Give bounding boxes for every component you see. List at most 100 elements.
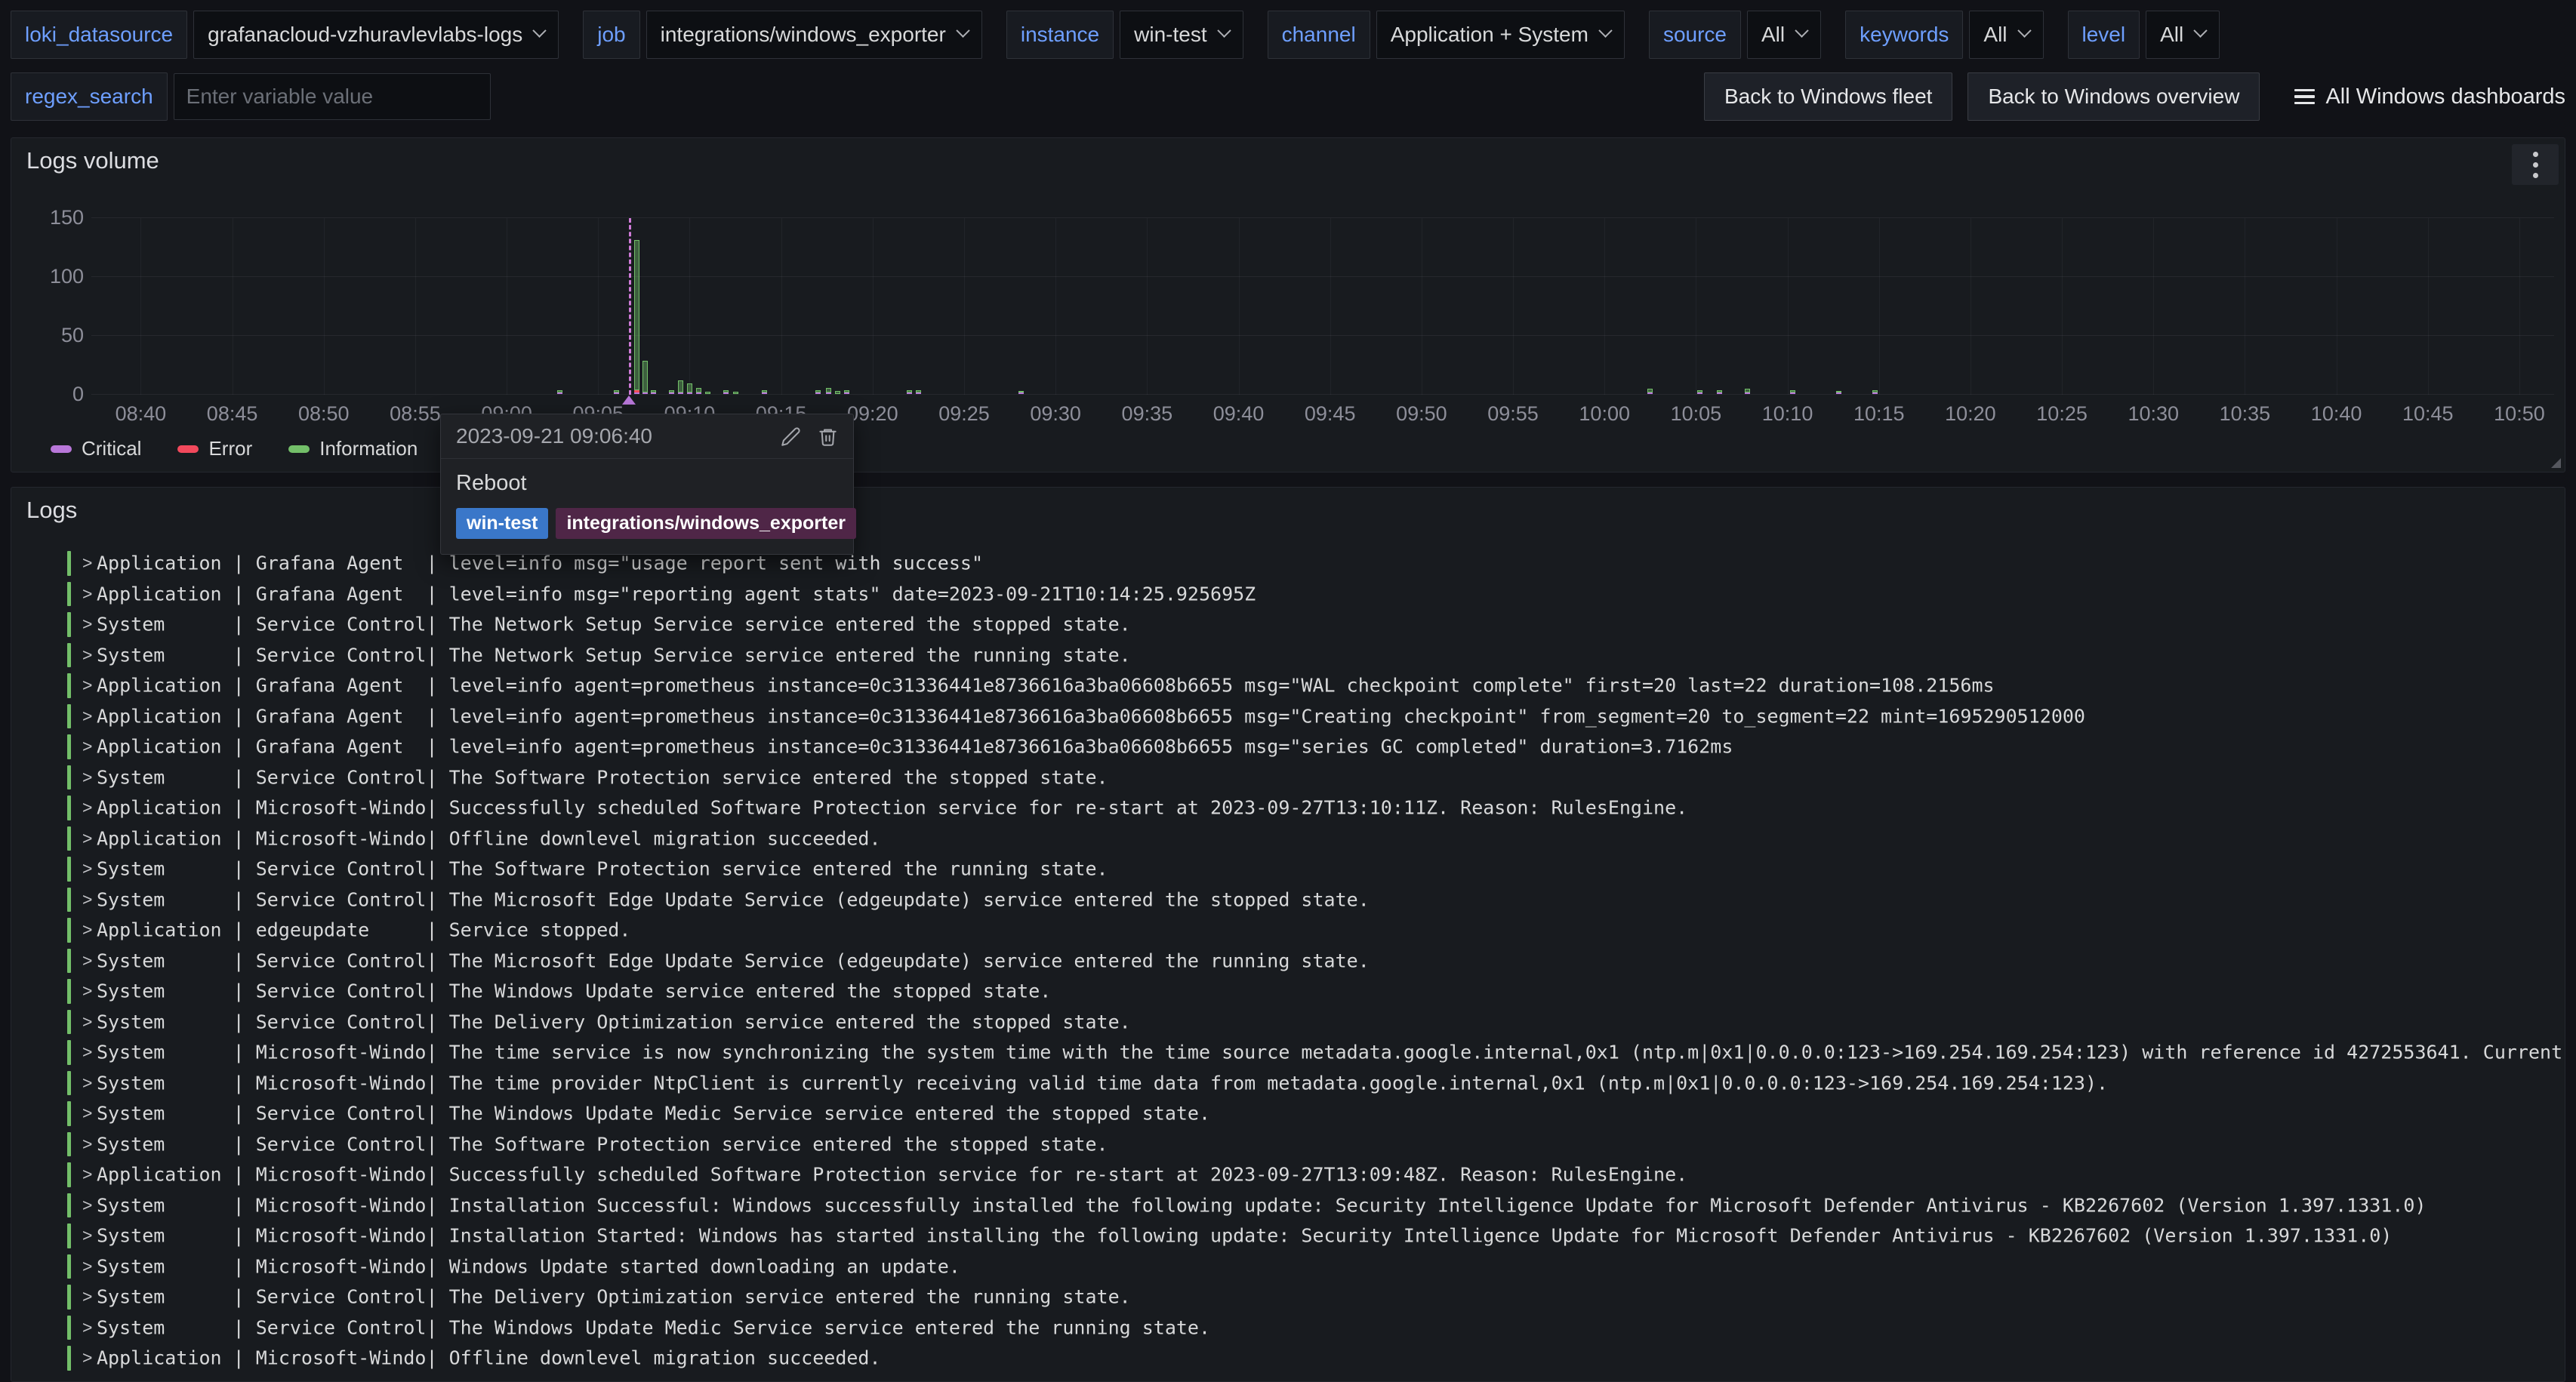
log-row[interactable]: >Application | Microsoft-Windo| Offline … (11, 823, 2565, 854)
expand-chevron-icon[interactable]: > (82, 706, 92, 726)
log-row[interactable]: >Application | Grafana Agent | level=inf… (11, 670, 2565, 701)
legend-item-error[interactable]: Error (177, 437, 252, 460)
annotation-tag[interactable]: integrations/windows_exporter (556, 508, 856, 539)
expand-chevron-icon[interactable]: > (82, 1073, 92, 1093)
critical-bar-segment (762, 392, 767, 394)
x-axis-tick-label: 09:25 (938, 402, 990, 426)
log-row[interactable]: >System | Microsoft-Windo| The time prov… (11, 1068, 2565, 1099)
expand-chevron-icon[interactable]: > (82, 1195, 92, 1215)
expand-chevron-icon[interactable]: > (82, 1103, 92, 1124)
expand-chevron-icon[interactable]: > (82, 1226, 92, 1246)
expand-chevron-icon[interactable]: > (82, 645, 92, 665)
log-row[interactable]: >Application | Grafana Agent | level=inf… (11, 701, 2565, 732)
annotation-tag[interactable]: win-test (456, 508, 548, 539)
log-row[interactable]: >System | Service Control| The Network S… (11, 609, 2565, 640)
log-row[interactable]: >Application | Microsoft-Windo| Offline … (11, 1343, 2565, 1374)
back-to-windows-fleet-button[interactable]: Back to Windows fleet (1704, 72, 1952, 121)
log-row[interactable]: >System | Service Control| The Windows U… (11, 976, 2565, 1007)
expand-chevron-icon[interactable]: > (82, 1011, 92, 1032)
expand-chevron-icon[interactable]: > (82, 981, 92, 1002)
variable-value-dropdown[interactable]: win-test (1120, 11, 1243, 59)
expand-chevron-icon[interactable]: > (82, 614, 92, 635)
expand-chevron-icon[interactable]: > (82, 798, 92, 818)
log-row[interactable]: >System | Microsoft-Windo| The time serv… (11, 1037, 2565, 1068)
log-row[interactable]: >Application | Grafana Agent | level=inf… (11, 579, 2565, 610)
log-level-bar (67, 582, 71, 607)
variable-value-dropdown[interactable]: Application + System (1376, 11, 1625, 59)
variable-label[interactable]: channel (1268, 11, 1370, 59)
expand-chevron-icon[interactable]: > (82, 767, 92, 787)
expand-chevron-icon[interactable]: > (82, 859, 92, 879)
expand-chevron-icon[interactable]: > (82, 583, 92, 604)
variable-label[interactable]: instance (1006, 11, 1114, 59)
expand-chevron-icon[interactable]: > (82, 920, 92, 940)
log-row[interactable]: >System | Service Control| The Network S… (11, 640, 2565, 671)
edit-annotation-icon[interactable] (781, 426, 801, 447)
variable-label[interactable]: level (2068, 11, 2140, 59)
variable-value-dropdown[interactable]: All (1747, 11, 1821, 59)
panel-menu-kebab-icon[interactable] (2512, 144, 2559, 185)
topbar-row-2: regex_search Back to Windows fleet Back … (11, 72, 2565, 121)
log-row[interactable]: >System | Microsoft-Windo| Installation … (11, 1220, 2565, 1251)
log-line-text: System | Service Control| The Microsoft … (97, 888, 2565, 910)
log-row[interactable]: >Application | Grafana Agent | level=inf… (11, 731, 2565, 762)
x-axis-tick-label: 09:50 (1396, 402, 1447, 426)
panel-resize-handle[interactable] (2551, 458, 2561, 468)
expand-chevron-icon[interactable]: > (82, 1134, 92, 1154)
log-level-bar (67, 1346, 71, 1371)
logs-volume-bar (1872, 390, 1878, 394)
log-row[interactable]: >System | Service Control| The Windows U… (11, 1098, 2565, 1129)
log-row[interactable]: >System | Service Control| The Software … (11, 1129, 2565, 1160)
log-level-bar (67, 857, 71, 882)
expand-chevron-icon[interactable]: > (82, 1256, 92, 1276)
variable-value-text: All (1983, 23, 2007, 47)
variable-value-dropdown[interactable]: All (2146, 11, 2220, 59)
legend-swatch (177, 445, 199, 453)
log-row[interactable]: >System | Microsoft-Windo| Installation … (11, 1190, 2565, 1221)
expand-chevron-icon[interactable]: > (82, 828, 92, 848)
variable-label[interactable]: job (583, 11, 639, 59)
expand-chevron-icon[interactable]: > (82, 889, 92, 910)
log-row[interactable]: >System | Service Control| The Software … (11, 762, 2565, 793)
all-windows-dashboards-link[interactable]: All Windows dashboards (2294, 85, 2565, 109)
expand-chevron-icon[interactable]: > (82, 1348, 92, 1368)
log-row[interactable]: >System | Service Control| The Delivery … (11, 1282, 2565, 1313)
log-row[interactable]: >Application | Microsoft-Windo| Successf… (11, 1159, 2565, 1190)
expand-chevron-icon[interactable]: > (82, 1042, 92, 1063)
expand-chevron-icon[interactable]: > (82, 676, 92, 696)
x-axis-tick-label: 10:10 (1762, 402, 1813, 426)
expand-chevron-icon[interactable]: > (82, 950, 92, 971)
log-rows-list: >Application | Grafana Agent | level=inf… (11, 548, 2565, 1374)
information-bar-segment (835, 391, 840, 394)
variable-label[interactable]: source (1649, 11, 1741, 59)
log-row[interactable]: >System | Service Control| The Microsoft… (11, 885, 2565, 916)
log-row[interactable]: >System | Service Control| The Microsoft… (11, 946, 2565, 977)
expand-chevron-icon[interactable]: > (82, 1287, 92, 1307)
log-row[interactable]: >Application | edgeupdate | Service stop… (11, 915, 2565, 946)
variable-value-dropdown[interactable]: All (1969, 11, 2043, 59)
expand-chevron-icon[interactable]: > (82, 553, 92, 574)
variable-label[interactable]: keywords (1845, 11, 1963, 59)
back-to-windows-overview-button[interactable]: Back to Windows overview (1967, 72, 2260, 121)
variable-label[interactable]: loki_datasource (11, 11, 187, 59)
log-row[interactable]: >System | Service Control| The Delivery … (11, 1007, 2565, 1038)
grid-line (2153, 218, 2154, 395)
delete-annotation-icon[interactable] (818, 426, 838, 447)
annotation-marker-icon[interactable] (622, 396, 636, 405)
log-row[interactable]: >Application | Grafana Agent | level=inf… (11, 548, 2565, 579)
expand-chevron-icon[interactable]: > (82, 737, 92, 757)
legend-item-information[interactable]: Information (288, 437, 418, 460)
variable-value-dropdown[interactable]: integrations/windows_exporter (646, 11, 982, 59)
expand-chevron-icon[interactable]: > (82, 1165, 92, 1185)
information-bar-segment (687, 383, 692, 392)
log-row[interactable]: >System | Service Control| The Software … (11, 854, 2565, 885)
variable-value-dropdown[interactable]: grafanacloud-vzhuravlevlabs-logs (193, 11, 559, 59)
log-row[interactable]: >System | Microsoft-Windo| Windows Updat… (11, 1251, 2565, 1282)
regex-search-input[interactable] (174, 73, 491, 120)
log-row[interactable]: >System | Service Control| The Windows U… (11, 1313, 2565, 1344)
log-row[interactable]: >Application | Microsoft-Windo| Successf… (11, 793, 2565, 823)
log-line-text: System | Service Control| The Windows Up… (97, 1103, 2565, 1125)
expand-chevron-icon[interactable]: > (82, 1317, 92, 1337)
legend-item-critical[interactable]: Critical (51, 437, 141, 460)
logs-panel-title: Logs (26, 497, 77, 524)
